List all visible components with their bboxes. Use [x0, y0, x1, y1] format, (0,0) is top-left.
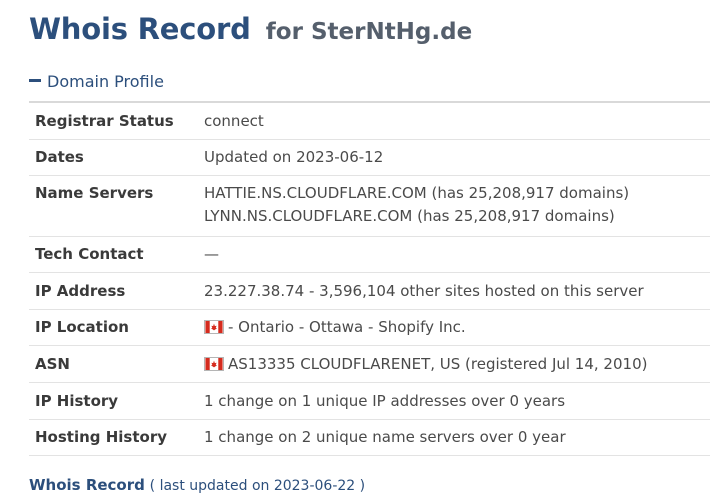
row-hosting-history: Hosting History 1 change on 2 unique nam…: [29, 420, 710, 456]
row-tech-contact: Tech Contact —: [29, 237, 710, 273]
value-name-server-1: HATTIE.NS.CLOUDFLARE.COM (has 25,208,917…: [204, 184, 630, 202]
value-dates: Updated on 2023-06-12: [204, 148, 384, 166]
row-dates: Dates Updated on 2023-06-12: [29, 140, 710, 176]
value-ip-history: 1 change on 1 unique IP addresses over 0…: [204, 392, 566, 410]
label-tech-contact: Tech Contact: [35, 245, 144, 263]
row-registrar-status: Registrar Status connect: [29, 103, 710, 140]
last-updated-text: ( last updated on 2023-06-22 ): [149, 478, 366, 494]
domain-profile-toggle[interactable]: Domain Profile: [29, 70, 164, 94]
canada-flag-icon: [204, 356, 224, 371]
value-ip-address: 23.227.38.74 - 3,596,104 other sites hos…: [204, 282, 644, 300]
page-title-domain: for SterNtHg.de: [265, 19, 473, 45]
label-hosting-history: Hosting History: [35, 428, 168, 446]
value-asn-wrap: AS13335 CLOUDFLARENET, US (registered Ju…: [204, 353, 647, 375]
row-name-servers: Name Servers HATTIE.NS.CLOUDFLARE.COM (h…: [29, 176, 710, 237]
page-title: Whois Record for SterNtHg.de: [29, 9, 472, 51]
value-asn: AS13335 CLOUDFLARENET, US (registered Ju…: [228, 355, 648, 373]
label-name-servers: Name Servers: [35, 184, 154, 202]
canada-flag-icon: [204, 319, 224, 334]
value-ip-location-wrap: - Ontario - Ottawa - Shopify Inc.: [204, 316, 466, 338]
whois-record-footer: Whois Record ( last updated on 2023-06-2…: [29, 474, 365, 497]
domain-profile-label: Domain Profile: [47, 72, 164, 91]
minus-icon: [29, 79, 41, 82]
value-hosting-history: 1 change on 2 unique name servers over 0…: [204, 428, 566, 446]
value-tech-contact: —: [204, 245, 219, 263]
row-ip-history: IP History 1 change on 1 unique IP addre…: [29, 383, 710, 420]
label-ip-history: IP History: [35, 392, 119, 410]
value-registrar-status: connect: [204, 112, 264, 130]
label-ip-address: IP Address: [35, 282, 126, 300]
row-ip-location: IP Location - Ontario - Ottawa - Shopify…: [29, 310, 710, 346]
row-ip-address: IP Address 23.227.38.74 - 3,596,104 othe…: [29, 273, 710, 310]
domain-profile-table: Registrar Status connect Dates Updated o…: [29, 101, 710, 456]
label-registrar-status: Registrar Status: [35, 112, 174, 130]
label-dates: Dates: [35, 148, 84, 166]
page-title-main: Whois Record: [29, 12, 251, 46]
whois-record-link[interactable]: Whois Record: [29, 476, 145, 494]
value-name-server-2: LYNN.NS.CLOUDFLARE.COM (has 25,208,917 d…: [204, 207, 615, 225]
label-asn: ASN: [35, 355, 70, 373]
value-ip-location: - Ontario - Ottawa - Shopify Inc.: [228, 318, 466, 336]
row-asn: ASN AS13335 CLOUDFLARENET, US (registere…: [29, 346, 710, 383]
label-ip-location: IP Location: [35, 318, 129, 336]
